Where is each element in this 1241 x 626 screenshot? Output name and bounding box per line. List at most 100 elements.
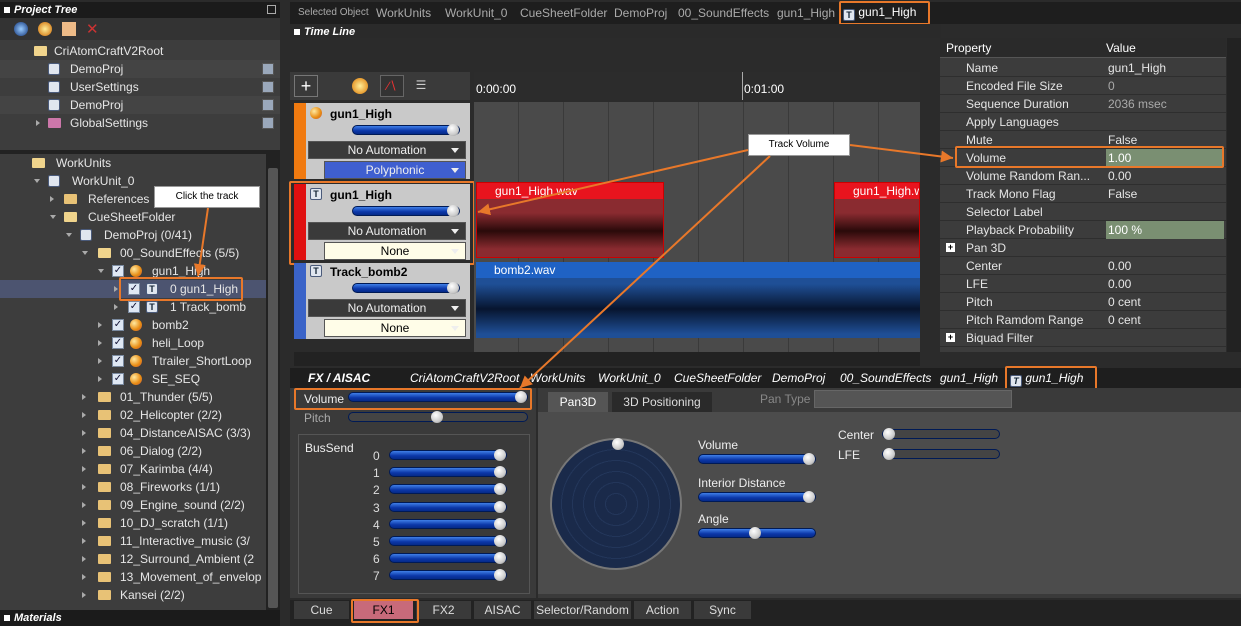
tree-item-root[interactable]: CriAtomCraftV2Root: [0, 42, 280, 60]
prop-row[interactable]: Volume Random Ran... 0.00: [940, 167, 1226, 185]
prop-row[interactable]: + Biquad Filter: [940, 329, 1226, 347]
wave-region[interactable]: gun1_High.wav: [476, 182, 664, 258]
save-icon[interactable]: [262, 117, 274, 129]
project-toolbar: ✕: [0, 18, 280, 40]
tab-aisac[interactable]: AISAC: [474, 601, 532, 619]
globe-icon[interactable]: [14, 22, 28, 36]
volume-slider[interactable]: [352, 282, 460, 294]
crumb[interactable]: WorkUnit_0: [445, 6, 507, 20]
bus-slider[interactable]: [389, 483, 507, 495]
delete-icon[interactable]: ✕: [86, 20, 99, 38]
list-icon[interactable]: ☰: [412, 75, 430, 97]
tree-item[interactable]: 11_Interactive_music (3/: [0, 532, 266, 550]
center-slider[interactable]: [882, 428, 1000, 440]
bus-slider[interactable]: [389, 552, 507, 564]
tree-item[interactable]: 07_Karimba (4/4): [0, 460, 266, 478]
lfe-slider[interactable]: [882, 448, 1000, 460]
prop-row[interactable]: Track Mono Flag False: [940, 185, 1226, 203]
bus-slider[interactable]: [389, 535, 507, 547]
tree-item[interactable]: WorkUnits: [0, 154, 266, 172]
tab-cue[interactable]: Cue: [294, 601, 350, 619]
save-icon[interactable]: [262, 99, 274, 111]
bus-slider[interactable]: [389, 518, 507, 530]
tree-item-demoproj[interactable]: DemoProj: [0, 60, 280, 78]
pan-knob[interactable]: [612, 438, 624, 450]
tree-item[interactable]: 04_DistanceAISAC (3/3): [0, 424, 266, 442]
tree-item[interactable]: Kansei (2/2): [0, 586, 266, 604]
prop-row[interactable]: Apply Languages: [940, 113, 1226, 131]
prop-row[interactable]: Pitch 0 cent: [940, 293, 1226, 311]
bus-slider[interactable]: [389, 569, 507, 581]
collapse-icon[interactable]: [267, 5, 276, 14]
tab-pan3d[interactable]: Pan3D: [548, 392, 608, 412]
orb-button-icon[interactable]: [352, 78, 368, 94]
property-scrollbar[interactable]: [1227, 38, 1241, 352]
tree-scrollbar[interactable]: [266, 154, 280, 610]
tree-item[interactable]: ✓ heli_Loop: [0, 334, 266, 352]
tree-item[interactable]: 12_Surround_Ambient (2: [0, 550, 266, 568]
pan-volume-slider[interactable]: [698, 453, 816, 465]
tab-action[interactable]: Action: [634, 601, 692, 619]
tab-3d-positioning[interactable]: 3D Positioning: [612, 392, 712, 412]
mode-select[interactable]: Polyphonic: [324, 161, 466, 179]
tree-item[interactable]: 06_Dialog (2/2): [0, 442, 266, 460]
prop-row[interactable]: Playback Probability 100 %: [940, 221, 1226, 239]
save-icon[interactable]: [262, 63, 274, 75]
tree-item[interactable]: 13_Movement_of_envelop: [0, 568, 266, 586]
tree-item[interactable]: 00_SoundEffects (5/5): [0, 244, 266, 262]
tree-item[interactable]: DemoProj (0/41): [0, 226, 266, 244]
save-icon[interactable]: [262, 81, 274, 93]
tab-sync[interactable]: Sync: [694, 601, 752, 619]
prop-row[interactable]: + Pan 3D: [940, 239, 1226, 257]
crumb[interactable]: DemoProj: [614, 6, 667, 20]
tree-item[interactable]: 01_Thunder (5/5): [0, 388, 266, 406]
track-header-cue[interactable]: gun1_High No Automation Polyphonic: [294, 103, 470, 179]
pencil-icon[interactable]: [62, 22, 76, 36]
prop-row[interactable]: Encoded File Size 0: [940, 77, 1226, 95]
add-track-button[interactable]: +: [294, 75, 318, 97]
wave-region[interactable]: bomb2.wav: [476, 262, 920, 338]
tab-fx2[interactable]: FX2: [416, 601, 472, 619]
automation-select[interactable]: No Automation: [308, 299, 466, 317]
pan-type-select[interactable]: [814, 390, 1012, 408]
wave-region[interactable]: gun1_High.w: [834, 182, 920, 258]
interior-slider[interactable]: [698, 491, 816, 503]
track-header-bomb2[interactable]: T Track_bomb2 No Automation None: [294, 263, 470, 339]
tree-item[interactable]: 10_DJ_scratch (1/1): [0, 514, 266, 532]
envelope-icon[interactable]: ∕∖: [380, 75, 404, 97]
automation-select[interactable]: No Automation: [308, 141, 466, 159]
fx-pitch-slider[interactable]: [348, 411, 528, 423]
prop-row[interactable]: Pitch Ramdom Range 0 cent: [940, 311, 1226, 329]
tree-item-usersettings[interactable]: UserSettings: [0, 78, 280, 96]
prop-row[interactable]: Center 0.00: [940, 257, 1226, 275]
orb-icon[interactable]: [38, 22, 52, 36]
prop-row[interactable]: Name gun1_High: [940, 59, 1226, 77]
tree-item[interactable]: 02_Helicopter (2/2): [0, 406, 266, 424]
tree-item-demoproj2[interactable]: DemoProj: [0, 96, 280, 114]
bus-slider[interactable]: [389, 466, 507, 478]
prop-row[interactable]: Selector Label: [940, 203, 1226, 221]
tab-selector[interactable]: Selector/Random: [534, 601, 632, 619]
tree-item[interactable]: 08_Fireworks (1/1): [0, 478, 266, 496]
crumb-highlight: [839, 1, 930, 25]
bus-slider[interactable]: [389, 501, 507, 513]
angle-slider[interactable]: [698, 527, 816, 539]
crumb[interactable]: CueSheetFolder: [520, 6, 607, 20]
tree-item[interactable]: ✓ SE_SEQ: [0, 370, 266, 388]
bus-slider[interactable]: [389, 449, 507, 461]
breadcrumb-label: Selected Object: [298, 7, 369, 18]
prop-row[interactable]: LFE 0.00: [940, 275, 1226, 293]
crumb[interactable]: gun1_High: [777, 6, 835, 20]
prop-row[interactable]: Sequence Duration 2036 msec: [940, 95, 1226, 113]
crumb[interactable]: WorkUnits: [376, 6, 431, 20]
timeline-hscroll[interactable]: [294, 352, 920, 366]
tree-item[interactable]: ✓ Ttrailer_ShortLoop: [0, 352, 266, 370]
pan-circle[interactable]: [550, 438, 682, 570]
crumb[interactable]: 00_SoundEffects: [678, 6, 769, 20]
tree-item[interactable]: CueSheetFolder: [0, 208, 266, 226]
tree-item-globalsettings[interactable]: GlobalSettings: [0, 114, 280, 132]
tree-item[interactable]: ✓ bomb2: [0, 316, 266, 334]
tree-item[interactable]: 09_Engine_sound (2/2): [0, 496, 266, 514]
mode-select[interactable]: None: [324, 319, 466, 337]
volume-slider[interactable]: [352, 124, 460, 136]
